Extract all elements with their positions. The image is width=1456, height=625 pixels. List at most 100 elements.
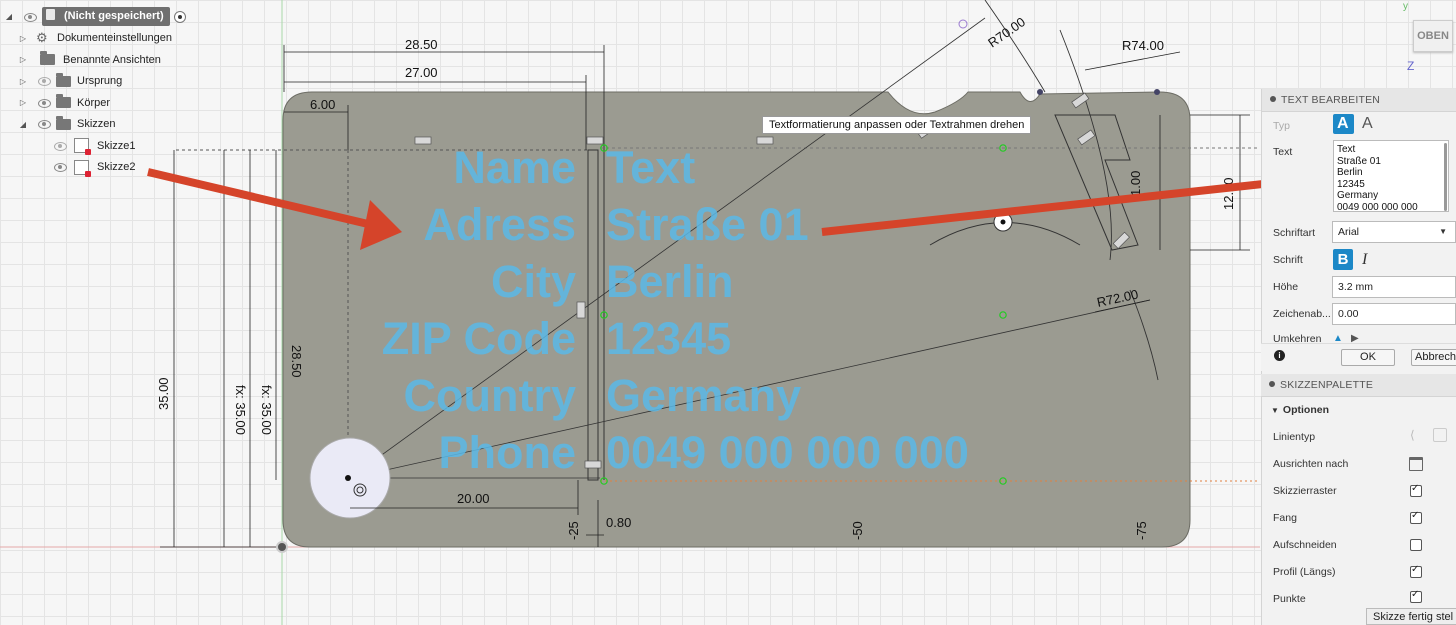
browser-item-label: Benannte Ansichten bbox=[63, 53, 161, 66]
font-select[interactable]: Arial ▼ bbox=[1332, 221, 1456, 243]
browser-item-sketch2[interactable]: Skizze2 bbox=[0, 157, 210, 179]
expand-triangle-icon[interactable]: ▷ bbox=[18, 98, 28, 108]
sketch-edit-icon bbox=[74, 159, 91, 177]
visibility-hidden-eye-icon[interactable] bbox=[36, 76, 52, 87]
dim-r70: R70.00 bbox=[985, 14, 1028, 50]
info-icon[interactable]: i bbox=[1274, 350, 1285, 361]
browser-item-named-views[interactable]: ▷ Benannte Ansichten bbox=[0, 49, 210, 71]
activate-radio-icon[interactable] bbox=[173, 10, 186, 23]
browser-item-label: Ursprung bbox=[77, 75, 123, 88]
finish-sketch-button[interactable]: Skizze fertig stel bbox=[1366, 608, 1456, 625]
document-title[interactable]: (Nicht gespeichert) bbox=[42, 7, 170, 27]
gear-icon: ⚙ bbox=[36, 30, 48, 46]
visibility-eye-icon[interactable] bbox=[52, 162, 68, 173]
dim-0-80: 0.80 bbox=[606, 515, 631, 530]
panel-collapse-icon[interactable] bbox=[1270, 96, 1276, 102]
snap-checkbox[interactable] bbox=[1410, 510, 1422, 524]
height-label: Höhe bbox=[1273, 281, 1299, 293]
dim-12-00: 12.00 bbox=[1221, 177, 1236, 210]
style-label: Schrift bbox=[1273, 254, 1303, 266]
collapse-triangle-icon[interactable]: ◢ bbox=[4, 12, 14, 22]
expand-triangle-icon[interactable]: ▷ bbox=[18, 33, 28, 43]
browser-item-label: Skizze2 bbox=[97, 161, 136, 174]
options-section[interactable]: ▼ Optionen bbox=[1271, 404, 1329, 416]
ghost-value: Germany bbox=[606, 370, 801, 421]
canvas-tooltip: Textformatierung anpassen oder Textrahme… bbox=[762, 116, 1032, 134]
origin-point bbox=[276, 541, 288, 553]
text-line: 12345 bbox=[1337, 178, 1365, 190]
height-input[interactable]: 3.2 mm bbox=[1332, 276, 1456, 298]
spacing-label: Zeichenab... bbox=[1273, 308, 1331, 320]
italic-toggle-button[interactable]: I bbox=[1362, 249, 1376, 270]
dim-6-00: 6.00 bbox=[310, 97, 335, 112]
bold-toggle-button[interactable]: B bbox=[1333, 249, 1353, 270]
browser-item-label: Skizzen bbox=[77, 118, 116, 131]
linetype-label: Linientyp bbox=[1273, 431, 1316, 443]
sketch-palette-header[interactable]: SKIZZENPALETTE bbox=[1261, 374, 1456, 397]
browser-document-row[interactable]: ◢ (Nicht gespeichert) bbox=[0, 6, 210, 28]
browser-item-document-settings[interactable]: ▷ ⚙ Dokumenteinstellungen bbox=[0, 28, 210, 50]
expand-triangle-icon[interactable]: ▷ bbox=[18, 76, 28, 86]
points-checkbox[interactable] bbox=[1410, 589, 1422, 603]
visibility-hidden-eye-icon[interactable] bbox=[52, 141, 68, 151]
text-type-a-icon: A bbox=[1337, 115, 1349, 132]
visibility-eye-icon[interactable] bbox=[36, 119, 52, 130]
folder-icon bbox=[56, 94, 71, 109]
browser-item-label: Dokumenteinstellungen bbox=[57, 32, 172, 45]
text-on-path-icon[interactable]: A bbox=[1362, 115, 1373, 133]
text-type-single-button[interactable]: A bbox=[1333, 114, 1354, 134]
profile-checkbox[interactable] bbox=[1410, 564, 1422, 578]
ghost-label: Country bbox=[404, 370, 577, 421]
dim-27-00: 27.00 bbox=[405, 65, 438, 80]
dim-fx-35-a: fx: 35.00 bbox=[233, 385, 248, 435]
ghost-label: ZIP Code bbox=[382, 313, 576, 364]
slice-label: Aufschneiden bbox=[1273, 539, 1337, 551]
text-line: Text bbox=[1337, 144, 1356, 155]
text-input-area[interactable]: Text Straße 01 Berlin 12345 Germany 0049… bbox=[1333, 140, 1449, 212]
sketch-point bbox=[1037, 89, 1043, 95]
dim-28-50-vertical: 28.50 bbox=[289, 345, 304, 378]
collapse-triangle-icon: ▼ bbox=[1271, 406, 1279, 415]
expand-triangle-icon[interactable]: ▷ bbox=[18, 55, 28, 65]
browser-tree: ◢ (Nicht gespeichert) ▷ ⚙ Dokumenteinste… bbox=[0, 6, 210, 178]
points-label: Punkte bbox=[1273, 593, 1306, 605]
collapse-triangle-icon[interactable]: ◢ bbox=[18, 119, 28, 129]
construction-linetype-icon[interactable]: ⟨ bbox=[1410, 428, 1415, 442]
dim-1-00: 1.00 bbox=[1128, 171, 1143, 196]
sketch-grid-checkbox[interactable] bbox=[1410, 483, 1422, 497]
sketch-point bbox=[958, 19, 968, 29]
browser-item-label: Skizze1 bbox=[97, 139, 136, 152]
ghost-label: Adress bbox=[423, 199, 576, 250]
axis-tick-minus-75: -75 bbox=[1134, 521, 1149, 540]
ghost-label: Name bbox=[453, 142, 576, 193]
text-line: Straße 01 bbox=[1337, 155, 1381, 167]
visibility-eye-icon[interactable] bbox=[22, 12, 38, 22]
browser-item-bodies[interactable]: ▷ Körper bbox=[0, 92, 210, 114]
spacing-input[interactable]: 0.00 bbox=[1332, 303, 1456, 325]
ghost-value: Berlin bbox=[606, 256, 734, 307]
flip-vertical-icon[interactable]: ▶ bbox=[1351, 333, 1359, 343]
flip-horizontal-icon[interactable]: ▲ bbox=[1333, 333, 1343, 343]
profile-label: Profil (Längs) bbox=[1273, 566, 1336, 578]
document-icon bbox=[46, 9, 55, 21]
ok-button[interactable]: OK bbox=[1341, 349, 1395, 366]
centerline-linetype-icon[interactable] bbox=[1433, 428, 1447, 442]
calendar-look-at-icon[interactable] bbox=[1409, 457, 1423, 471]
sketch-drawing[interactable]: 28.50 27.00 6.00 R70.00 R74.00 R72.00 20… bbox=[0, 0, 1456, 625]
browser-item-sketches[interactable]: ◢ Skizzen bbox=[0, 114, 210, 136]
view-cube[interactable]: OBEN bbox=[1413, 20, 1453, 52]
look-at-label: Ausrichten nach bbox=[1273, 458, 1349, 470]
text-panel-header[interactable]: TEXT BEARBEITEN bbox=[1262, 89, 1456, 112]
scrollbar[interactable] bbox=[1444, 143, 1447, 211]
axis-y-label: y bbox=[1403, 1, 1408, 12]
visibility-eye-icon[interactable] bbox=[36, 98, 52, 108]
slice-checkbox[interactable] bbox=[1410, 539, 1422, 551]
dim-20-00: 20.00 bbox=[457, 491, 490, 506]
browser-item-origin[interactable]: ▷ Ursprung bbox=[0, 71, 210, 93]
cancel-button[interactable]: Abbrech bbox=[1411, 349, 1456, 366]
browser-item-sketch1[interactable]: Skizze1 bbox=[0, 135, 210, 157]
ghost-label: City bbox=[491, 256, 576, 307]
flip-label: Umkehren bbox=[1273, 333, 1322, 343]
sketch-grid-label: Skizzierraster bbox=[1273, 485, 1337, 497]
panel-collapse-icon[interactable] bbox=[1269, 381, 1275, 387]
